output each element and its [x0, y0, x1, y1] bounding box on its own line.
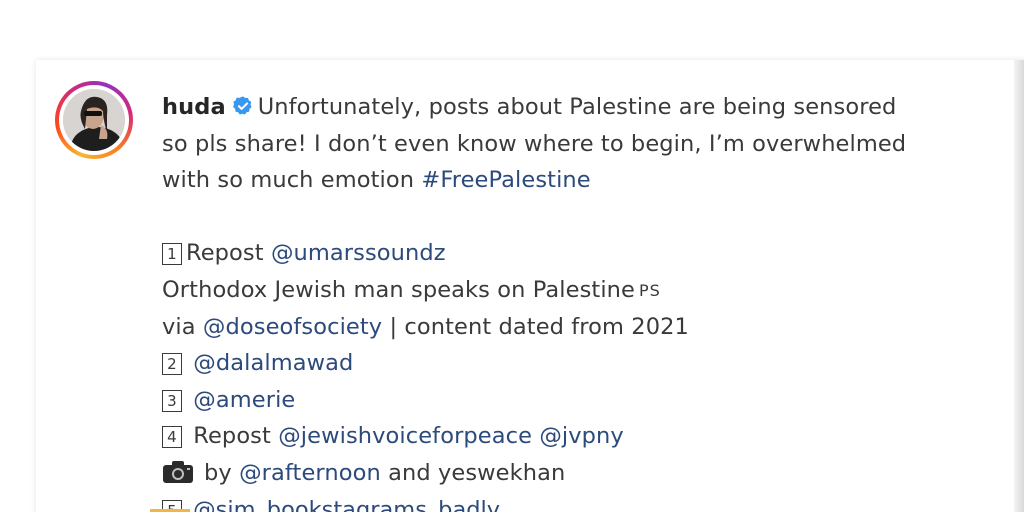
hashtag-link[interactable]: #FreePalestine	[421, 167, 590, 193]
caption-text-line-2: so pls share! I don’t even know where to…	[162, 130, 907, 157]
credit-suffix: and yeswekhan	[388, 459, 566, 486]
mention-link[interactable]: @rafternoon	[239, 460, 381, 486]
via-label: via	[162, 313, 196, 340]
item1-description: Orthodox Jewish man speaks on Palestine	[162, 276, 635, 303]
keycap-number-3: 3	[162, 389, 182, 412]
keycap-number-1: 1	[162, 243, 182, 266]
post-caption: huda Unfortunately, posts about Palestine…	[162, 89, 1002, 492]
repost-label: Repost	[193, 423, 271, 450]
by-label: by	[204, 459, 232, 486]
caption-text-line-3: with so much emotion	[162, 167, 415, 194]
camera-icon	[163, 460, 193, 483]
caption-text-line-1: Unfortunately, posts about Palestine are…	[257, 94, 897, 120]
keycap-number-4: 4	[162, 426, 182, 449]
mention-link[interactable]: @jvpny	[539, 423, 624, 449]
avatar-photo-image	[63, 89, 125, 151]
mention-link[interactable]: @jewishvoiceforpeace	[278, 423, 532, 449]
list-item-credit: by @rafternoon and yeswekhan	[162, 455, 1002, 492]
source-note: | content dated from 2021	[389, 313, 689, 340]
list-item: 5 @sim_bookstagrams_badly	[162, 492, 500, 512]
avatar[interactable]	[63, 89, 125, 151]
caption-line: so pls share! I don’t even know where to…	[162, 126, 1002, 163]
avatar-story-ring[interactable]	[55, 81, 133, 159]
mention-link[interactable]: @amerie	[193, 387, 295, 413]
list-item: 4 Repost @jewishvoiceforpeace @jvpny	[162, 418, 1002, 455]
list-item: 1 Repost @umarssoundz	[162, 235, 1002, 272]
caption-line: with so much emotion #FreePalestine	[162, 162, 1002, 199]
verified-badge-icon	[232, 96, 252, 115]
screenshot-page: huda Unfortunately, posts about Palestine…	[0, 0, 1024, 512]
username-link[interactable]: huda	[162, 94, 226, 120]
list-item: 3 @amerie	[162, 382, 1002, 419]
keycap-number-2: 2	[162, 353, 182, 376]
card-edge	[1014, 60, 1024, 512]
palestine-flag-icon: PS	[638, 280, 661, 300]
mention-link[interactable]: @umarssoundz	[271, 240, 446, 266]
caption-line: huda Unfortunately, posts about Palestine…	[162, 89, 1002, 126]
list-item: 2 @dalalmawad	[162, 345, 1002, 382]
repost-label: Repost	[186, 240, 264, 267]
mention-link[interactable]: @dalalmawad	[193, 350, 353, 376]
list-item-source: via @doseofsociety | content dated from …	[162, 309, 1002, 346]
mention-link[interactable]: @sim_bookstagrams_badly	[193, 497, 500, 512]
list-item-desc: Orthodox Jewish man speaks on Palestine P…	[162, 272, 1002, 309]
mention-link[interactable]: @doseofsociety	[203, 314, 382, 340]
